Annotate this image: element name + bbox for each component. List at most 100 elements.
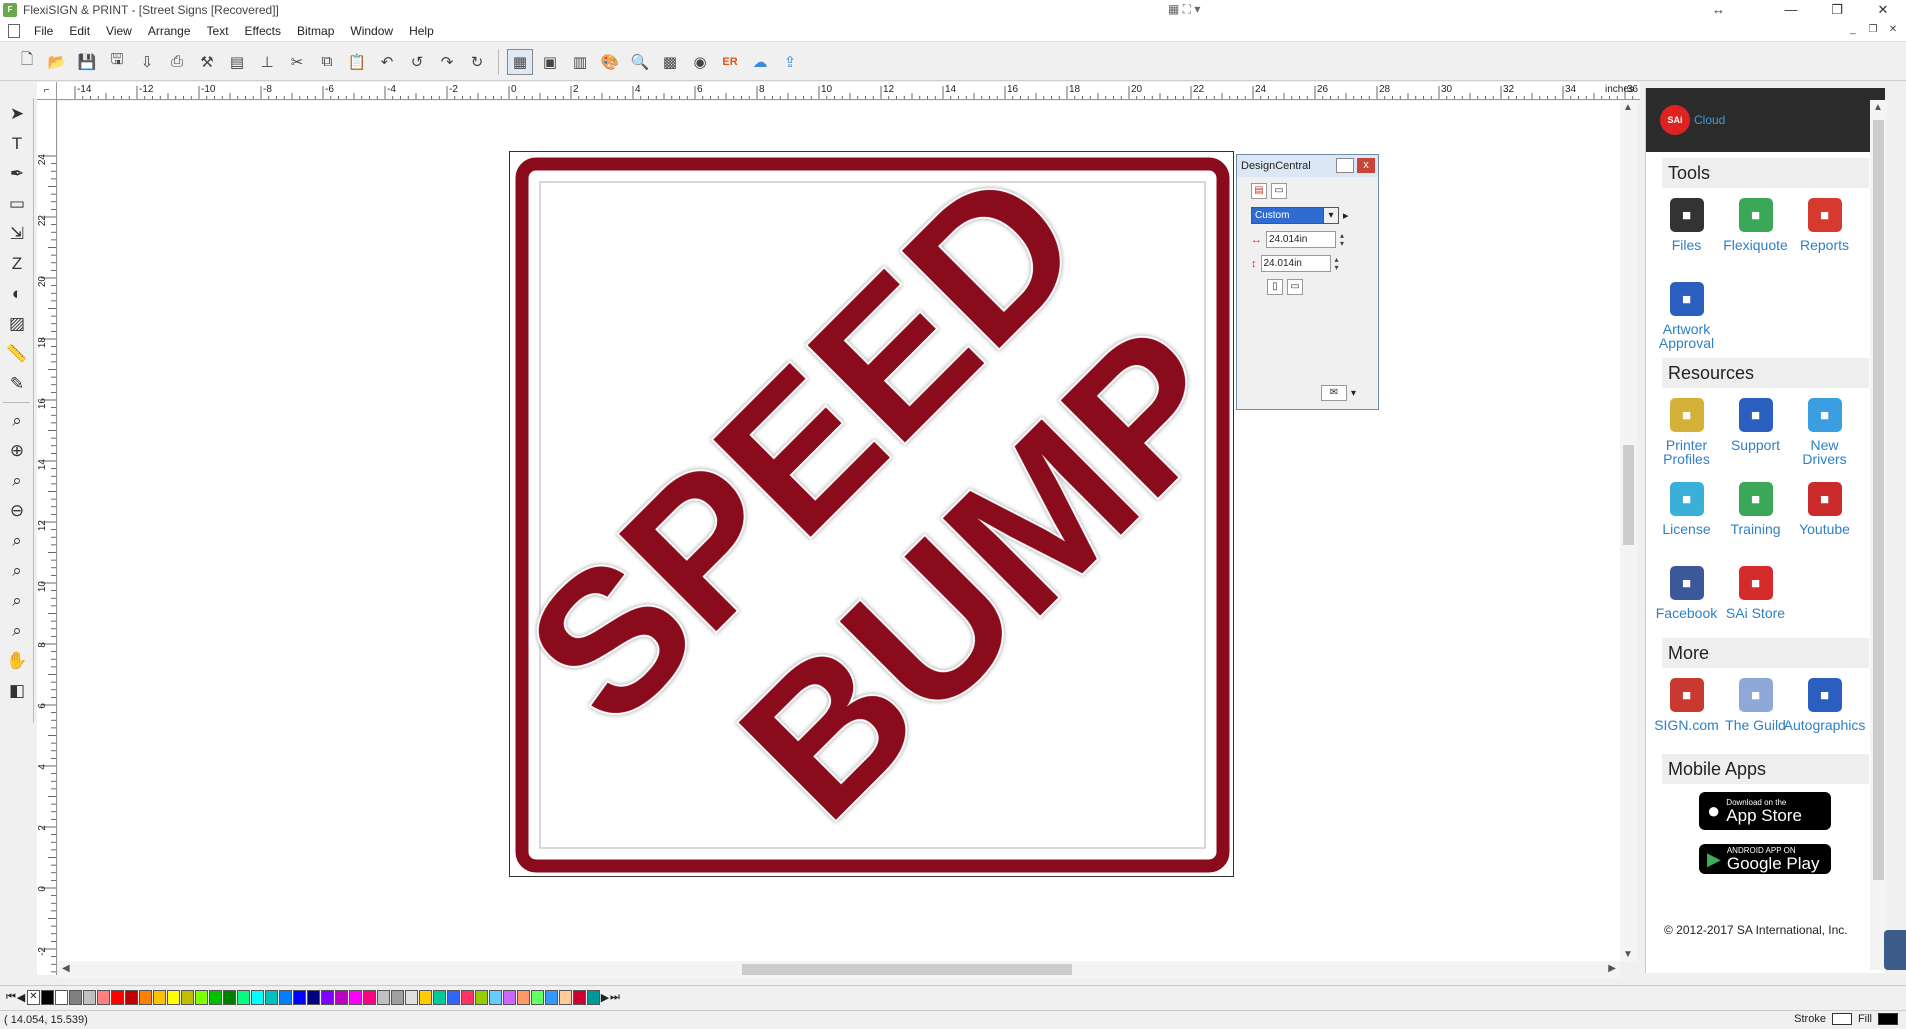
redo-list-icon[interactable]: ↻ [464, 49, 490, 75]
swatch-icon[interactable]: ▩ [657, 49, 683, 75]
ruler-origin[interactable]: ⌐ [37, 82, 57, 100]
resources-item-sai-store[interactable]: ■ SAi Store [1721, 562, 1790, 646]
color-swatch[interactable] [475, 990, 488, 1005]
zoom-all-icon[interactable]: ⌕ [2, 527, 32, 555]
distort-tool-icon[interactable]: Z [2, 250, 32, 278]
close-button[interactable]: ✕ [1860, 0, 1906, 20]
tools-item-artwork-approval[interactable]: ■ Artwork Approval [1652, 278, 1721, 362]
color-swatch[interactable] [377, 990, 390, 1005]
menu-edit[interactable]: Edit [61, 24, 98, 38]
canvas-vertical-scrollbar[interactable]: ▲ ▼ [1620, 100, 1637, 962]
zoom-out-icon[interactable]: ⊖ [2, 497, 32, 525]
design-central-close-button[interactable]: x [1357, 158, 1375, 173]
palette-last-icon[interactable]: ⏭ [610, 991, 620, 1004]
color-swatch[interactable] [531, 990, 544, 1005]
color-swatch[interactable] [97, 990, 110, 1005]
horizontal-ruler[interactable]: -14 -12 -10 -8 -6 -4 -2 0 2 4 6 8 10 12 14 16 18 20 22 24 26… [57, 82, 1640, 100]
menu-file[interactable]: File [26, 24, 61, 38]
design-central-title-bar[interactable]: DesignCentral x [1237, 155, 1378, 177]
cloud-icon[interactable]: ☁ [747, 49, 773, 75]
color-swatch[interactable] [111, 990, 124, 1005]
palette-prev-icon[interactable]: ◀ [16, 991, 26, 1004]
job-icon[interactable]: ▥ [567, 49, 593, 75]
color-swatch[interactable] [83, 990, 96, 1005]
canvas-horizontal-scrollbar[interactable]: ◀ ▶ [58, 961, 1620, 978]
new-file-icon[interactable]: 🗋 [14, 49, 40, 75]
resources-item-license[interactable]: ■ License [1652, 478, 1721, 562]
color-swap-icon[interactable]: ◧ [2, 677, 32, 705]
color-wheel-icon[interactable]: ◉ [687, 49, 713, 75]
horizontal-scroll-thumb[interactable] [742, 964, 1072, 975]
width-spinner[interactable]: ▴ ▾ [1340, 231, 1344, 248]
color-swatch[interactable] [223, 990, 236, 1005]
document-icon[interactable] [8, 23, 20, 38]
color-swatch[interactable] [391, 990, 404, 1005]
import-icon[interactable]: ⇩ [134, 49, 160, 75]
bevel-tool-icon[interactable]: ▨ [2, 310, 32, 338]
undo-list-icon[interactable]: ↺ [404, 49, 430, 75]
production-manager-icon[interactable]: ▤ [224, 49, 250, 75]
zoom-previous-icon[interactable]: ⌕ [2, 587, 32, 615]
design-central-minimize-button[interactable] [1336, 158, 1354, 173]
landscape-orientation-button[interactable]: ▭ [1287, 279, 1303, 295]
palette-next-icon[interactable]: ▶ [600, 991, 610, 1004]
paste-icon[interactable]: 📋 [344, 49, 370, 75]
color-swatch[interactable] [405, 990, 418, 1005]
text-tool-icon[interactable]: T [2, 130, 32, 158]
page-layout-icon[interactable]: ▭ [1271, 183, 1287, 199]
no-color-swatch[interactable]: ✕ [27, 990, 40, 1005]
color-swatch[interactable] [461, 990, 474, 1005]
send-icon[interactable]: ⊥ [254, 49, 280, 75]
menu-view[interactable]: View [98, 24, 140, 38]
color-swatch[interactable] [265, 990, 278, 1005]
color-swatch[interactable] [587, 990, 600, 1005]
color-swatch[interactable] [69, 990, 82, 1005]
rectangle-tool-icon[interactable]: ▭ [2, 190, 32, 218]
cloud-upload-icon[interactable]: ⇪ [777, 49, 803, 75]
color-swatch[interactable] [279, 990, 292, 1005]
color-palette-icon[interactable]: 🎨 [597, 49, 623, 75]
color-swatch[interactable] [573, 990, 586, 1005]
design-central-icon[interactable]: ▦ [507, 48, 533, 75]
object-properties-icon[interactable]: ▣ [537, 49, 563, 75]
color-swatch[interactable] [125, 990, 138, 1005]
color-swatch[interactable] [251, 990, 264, 1005]
fill-tool-icon[interactable]: ◐ [2, 280, 32, 308]
app-store-button[interactable]: ● Download on the App Store [1699, 792, 1831, 830]
color-swatch[interactable] [41, 990, 54, 1005]
tools-item-flexiquote[interactable]: ■ Flexiquote [1721, 194, 1790, 278]
pan-hand-icon[interactable]: ✋ [2, 647, 32, 675]
color-swatch[interactable] [139, 990, 152, 1005]
color-swatch[interactable] [293, 990, 306, 1005]
page-preset-select[interactable]: Custom [1251, 207, 1339, 224]
more-item-autographics[interactable]: ■ Autographics [1784, 674, 1865, 758]
color-swatch[interactable] [209, 990, 222, 1005]
more-item-sign-com[interactable]: ■ SIGN.com [1652, 674, 1721, 758]
doc-minimize-button[interactable]: _ [1846, 23, 1860, 37]
save-as-icon[interactable]: 🖫 [104, 49, 130, 75]
eyedropper-tool-icon[interactable]: ✎ [2, 370, 32, 398]
color-swatch[interactable] [153, 990, 166, 1005]
resources-item-youtube[interactable]: ■ Youtube [1790, 478, 1859, 562]
color-swatch[interactable] [167, 990, 180, 1005]
measure-tool-icon[interactable]: 📏 [2, 340, 32, 368]
zoom-icon[interactable]: ⌕ [2, 407, 32, 435]
panel-scroll-thumb[interactable] [1873, 120, 1884, 880]
cut-icon[interactable]: ✂ [284, 49, 310, 75]
color-swatch[interactable] [307, 990, 320, 1005]
google-play-button[interactable]: ▶ ANDROID APP ON Google Play [1699, 844, 1831, 874]
stroke-swatch[interactable] [1831, 1013, 1852, 1025]
tools-item-reports[interactable]: ■ Reports [1790, 194, 1859, 278]
document-page[interactable]: SPEED BUMP [483, 126, 1275, 877]
undo-icon[interactable]: ↶ [374, 49, 400, 75]
panel-side-tab[interactable] [1884, 930, 1906, 970]
color-swatch[interactable] [433, 990, 446, 1005]
color-swatch[interactable] [489, 990, 502, 1005]
resize-arrows-icon[interactable]: ↔ [1712, 2, 1725, 17]
color-swatch[interactable] [545, 990, 558, 1005]
color-swatch[interactable] [503, 990, 516, 1005]
minimize-button[interactable]: — [1768, 0, 1814, 20]
print-icon[interactable]: ⎙ [164, 49, 190, 75]
resources-item-new-drivers[interactable]: ■ New Drivers [1790, 394, 1859, 478]
menu-arrange[interactable]: Arrange [140, 24, 199, 38]
